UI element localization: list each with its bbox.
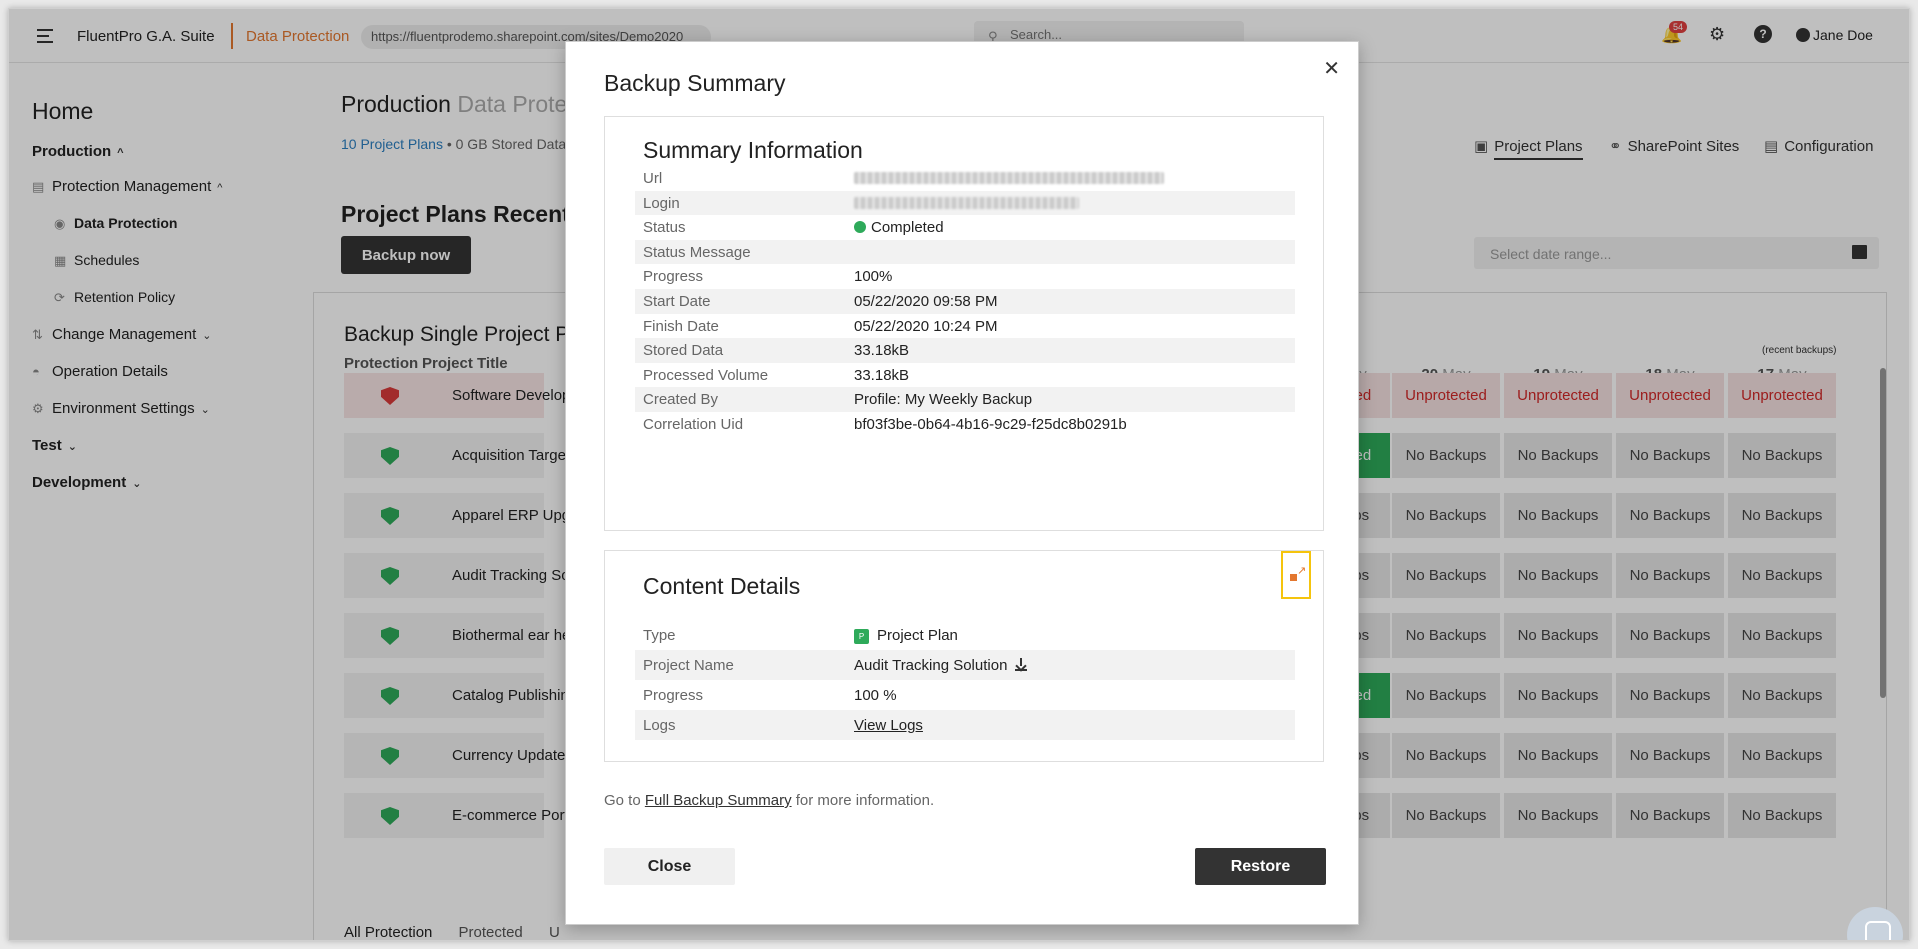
project-name-value: Audit Tracking Solution <box>854 657 1008 674</box>
summary-key: Login <box>643 194 680 212</box>
summary-value: 33.18kB <box>854 342 909 359</box>
detail-row-type: Type P Project Plan <box>635 620 1295 650</box>
content-details-title: Content Details <box>643 573 801 599</box>
summary-value-text: 05/22/2020 10:24 PM <box>854 317 998 335</box>
summary-value: 100% <box>854 268 892 285</box>
summary-key: Progress <box>643 268 704 286</box>
detail-key: Logs <box>643 717 676 734</box>
dialog-title: Backup Summary <box>604 70 786 96</box>
summary-row: Correlation Uid bf03f3be-0b64-4b16-9c29-f… <box>635 412 1295 437</box>
summary-value <box>854 195 1079 213</box>
summary-row: Status Completed <box>635 215 1295 240</box>
summary-row: Progress 100% <box>635 264 1295 289</box>
full-backup-summary-link[interactable]: Full Backup Summary <box>645 792 792 809</box>
detail-key: Progress <box>643 687 704 704</box>
project-plan-icon: P <box>854 629 869 644</box>
summary-value-text: bf03f3be-0b64-4b16-9c29-f25dc8b0291b <box>854 416 1127 433</box>
summary-value-text: 05/22/2020 09:58 PM <box>854 293 998 310</box>
summary-row: Start Date 05/22/2020 09:58 PM <box>635 289 1295 314</box>
goto-prefix: Go to <box>604 792 641 809</box>
detail-value: 100 % <box>854 687 897 704</box>
summary-row: Status Message <box>635 239 1295 265</box>
redacted-value <box>854 172 1164 184</box>
detail-row-project-name: Project Name Audit Tracking Solution <box>635 650 1295 680</box>
detail-key: Type <box>643 627 676 644</box>
summary-value-text: Profile: My Weekly Backup <box>854 391 1033 409</box>
content-details-panel: ↗ Content Details Type P Project Plan Proj… <box>604 550 1324 762</box>
detail-key: Project Name <box>643 657 734 674</box>
summary-value-text: 33.18kB <box>854 366 910 384</box>
summary-value: bf03f3be-0b64-4b16-9c29-f25dc8b0291b <box>854 416 1127 433</box>
summary-row: Finish Date 05/22/2020 10:24 PM <box>635 314 1295 339</box>
summary-key: Status Message <box>643 243 751 261</box>
download-icon[interactable] <box>1015 658 1028 671</box>
summary-key: Finish Date <box>643 317 719 335</box>
goto-suffix: for more information. <box>795 792 935 809</box>
detail-value: Audit Tracking Solution <box>854 657 1028 674</box>
summary-value-text: 33.18kB <box>854 342 910 360</box>
restore-button[interactable]: Restore <box>1195 848 1326 885</box>
backup-summary-dialog: ✕ Backup Summary Summary Information Url… <box>565 41 1359 925</box>
detail-value: P Project Plan <box>854 627 958 644</box>
summary-value: Profile: My Weekly Backup <box>854 391 1032 408</box>
expand-arrow-icon: ↗ <box>1297 565 1307 577</box>
summary-key: Created By <box>643 391 719 409</box>
summary-key: Start Date <box>643 293 711 310</box>
summary-value-text: Completed <box>871 219 944 237</box>
close-button[interactable]: Close <box>604 848 735 885</box>
summary-panel: Summary Information Url Login Status Comple… <box>604 116 1324 531</box>
summary-key: Correlation Uid <box>643 416 744 433</box>
status-dot-icon <box>854 221 866 234</box>
full-summary-text: Go to Full Backup Summary for more infor… <box>604 792 934 809</box>
view-logs-link[interactable]: View Logs <box>854 717 923 734</box>
expand-button[interactable]: ↗ <box>1281 551 1311 599</box>
summary-key: Processed Volume <box>643 366 769 384</box>
summary-value: 05/22/2020 09:58 PM <box>854 293 997 310</box>
summary-row: Login <box>635 190 1295 216</box>
summary-key: Status <box>643 219 686 237</box>
summary-row: Processed Volume 33.18kB <box>635 363 1295 388</box>
detail-row-logs: Logs View Logs <box>635 710 1295 740</box>
summary-value <box>854 170 1164 188</box>
type-value: Project Plan <box>877 627 958 644</box>
summary-value: Completed <box>854 219 944 236</box>
app-window: FluentPro G.A. Suite Data Protection htt… <box>8 8 1910 941</box>
summary-value: 33.18kB <box>854 367 909 384</box>
summary-row: Stored Data 33.18kB <box>635 338 1295 363</box>
summary-row: Created By Profile: My Weekly Backup <box>635 387 1295 412</box>
summary-value-text: 100% <box>854 268 893 286</box>
summary-key: Stored Data <box>643 342 724 360</box>
detail-row-progress: Progress 100 % <box>635 680 1295 710</box>
close-icon[interactable]: ✕ <box>1323 56 1340 81</box>
expand-square-icon <box>1290 574 1297 581</box>
summary-key: Url <box>643 170 663 187</box>
redacted-value <box>854 196 1079 209</box>
summary-value: 05/22/2020 10:24 PM <box>854 318 997 335</box>
summary-title: Summary Information <box>643 137 863 163</box>
summary-row: Url <box>635 166 1295 191</box>
